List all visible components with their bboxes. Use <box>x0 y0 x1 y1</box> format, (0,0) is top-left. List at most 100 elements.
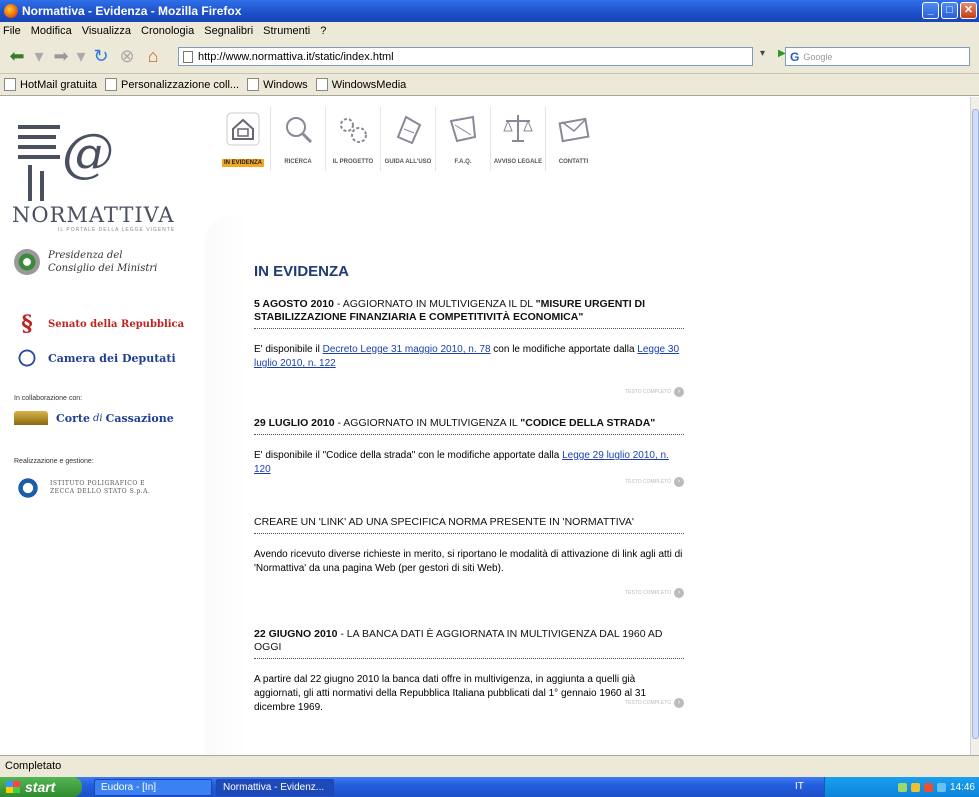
menu-visualizza[interactable]: Visualizza <box>82 25 131 37</box>
testo-completo-button[interactable]: TESTO COMPLETO › <box>614 587 684 599</box>
brand-subtitle: IL PORTALE DELLA LEGGE VIGENTE <box>58 227 176 233</box>
back-dropdown-icon[interactable]: ▾ <box>30 45 48 69</box>
nav-il-progetto[interactable]: IL PROGETTO <box>326 107 381 171</box>
news-link[interactable]: Decreto Legge 31 maggio 2010, n. 78 <box>323 344 491 355</box>
menu-segnalibri[interactable]: Segnalibri <box>204 25 253 37</box>
stop-button[interactable]: ⊗ <box>114 45 140 69</box>
firefox-icon <box>4 4 18 18</box>
faq-icon <box>449 115 477 143</box>
menu-file[interactable]: File <box>3 25 21 37</box>
logo-at-icon: @ <box>18 124 114 201</box>
home-icon <box>226 112 260 146</box>
menu-bar: File Modifica Visualizza Cronologia Segn… <box>0 22 979 40</box>
bookmark-icon <box>105 78 118 91</box>
menu-help[interactable]: ? <box>320 25 326 37</box>
news-heading[interactable]: CREARE UN 'LINK' AD UNA SPECIFICA NORMA … <box>254 516 684 534</box>
cassazione-link[interactable]: Corte di Cassazione <box>14 411 174 425</box>
page-content: @ NORMATTIVA IL PORTALE DELLA LEGGE VIGE… <box>0 97 970 755</box>
search-input[interactable]: G Google <box>785 47 970 66</box>
bookmark-hotmail[interactable]: HotMail gratuita <box>4 78 97 91</box>
tray-icon[interactable] <box>910 782 920 792</box>
svg-text:@: @ <box>62 124 114 184</box>
tray-icon[interactable] <box>923 782 933 792</box>
bookmark-icon <box>315 78 328 91</box>
home-button[interactable]: ⌂ <box>140 45 166 69</box>
bookmark-personalizzazione[interactable]: Personalizzazione coll... <box>105 78 239 91</box>
menu-modifica[interactable]: Modifica <box>31 25 72 37</box>
news-heading[interactable]: 29 LUGLIO 2010 - AGGIORNATO IN MULTIVIGE… <box>254 417 684 435</box>
nav-avviso-legale[interactable]: AVVISO LEGALE <box>491 107 546 171</box>
emblem-icon <box>14 249 40 275</box>
testo-completo-button[interactable]: TESTO COMPLETO › <box>614 386 684 398</box>
gestione-label: Realizzazione e gestione: <box>14 458 94 465</box>
senato-icon: § <box>21 311 33 337</box>
news-body: E' disponibile il Decreto Legge 31 maggi… <box>254 344 680 369</box>
taskbar: start Eudora - [In] Normattiva - Evidenz… <box>0 777 979 797</box>
url-text: http://www.normattiva.it/static/index.ht… <box>198 50 394 63</box>
tray-icon[interactable] <box>936 782 946 792</box>
poligrafico-icon <box>14 474 42 502</box>
arrow-circle-icon: › <box>674 477 684 487</box>
url-bar[interactable]: http://www.normattiva.it/static/index.ht… <box>178 47 753 66</box>
scroll-thumb[interactable] <box>972 109 979 739</box>
arrow-circle-icon: › <box>674 698 684 708</box>
status-bar: Completato <box>0 755 979 777</box>
news-item: CREARE UN 'LINK' AD UNA SPECIFICA NORMA … <box>254 516 684 598</box>
navigation-toolbar: ⬅ ▾ ➡ ▾ ↻ ⊗ ⌂ http://www.normattiva.it/s… <box>0 40 979 74</box>
bookmarks-bar: HotMail gratuita Personalizzazione coll.… <box>0 74 979 96</box>
nav-in-evidenza[interactable]: IN EVIDENZA <box>216 107 271 171</box>
news-body: Avendo ricevuto diverse richieste in mer… <box>254 549 683 574</box>
site-nav: IN EVIDENZA RICERCA IL PROGETTO GUIDA AL… <box>216 107 601 171</box>
poligrafico-link[interactable]: ISTITUTO POLIGRAFICO E ZECCA DELLO STATO… <box>14 474 160 502</box>
nav-faq[interactable]: F.A.Q. <box>436 107 491 171</box>
news-item: 29 LUGLIO 2010 - AGGIORNATO IN MULTIVIGE… <box>254 417 684 487</box>
nav-ricerca[interactable]: RICERCA <box>271 107 326 171</box>
maximize-button[interactable]: □ <box>941 2 958 19</box>
bookmark-icon <box>4 78 16 91</box>
windows-logo-icon <box>6 781 20 793</box>
camera-link[interactable]: Camera dei Deputati <box>14 345 176 371</box>
bookmark-windows[interactable]: Windows <box>247 78 308 91</box>
presidenza-link[interactable]: Presidenza del Consiglio dei Ministri <box>14 249 158 275</box>
senato-link[interactable]: § Senato della Repubblica <box>14 311 184 337</box>
task-normattiva[interactable]: Normattiva - Evidenz... <box>216 778 334 796</box>
menu-strumenti[interactable]: Strumenti <box>263 25 310 37</box>
url-dropdown-icon[interactable]: ▾ <box>760 48 774 64</box>
window-title: Normattiva - Evidenza - Mozilla Firefox <box>22 4 242 18</box>
window-titlebar[interactable]: Normattiva - Evidenza - Mozilla Firefox … <box>0 0 979 22</box>
news-heading[interactable]: 22 GIUGNO 2010 - LA BANCA DATI È AGGIORN… <box>254 628 684 659</box>
cassazione-icon <box>14 411 48 425</box>
testo-completo-button[interactable]: TESTO COMPLETO › <box>614 476 684 488</box>
tray-icon[interactable] <box>897 782 907 792</box>
arrow-circle-icon: › <box>674 588 684 598</box>
google-search-icon[interactable]: G <box>790 50 799 64</box>
news-item: 22 GIUGNO 2010 - LA BANCA DATI È AGGIORN… <box>254 628 684 715</box>
testo-completo-button[interactable]: TESTO COMPLETO › <box>614 697 684 709</box>
minimize-button[interactable]: _ <box>922 2 939 19</box>
nav-guida[interactable]: GUIDA ALL'USO <box>381 107 436 171</box>
forward-dropdown-icon[interactable]: ▾ <box>74 45 88 69</box>
bookmark-windowsmedia[interactable]: WindowsMedia <box>315 78 406 91</box>
nav-contatti[interactable]: CONTATTI <box>546 107 601 171</box>
envelope-icon <box>557 117 590 143</box>
magnifier-icon <box>286 117 313 144</box>
task-eudora[interactable]: Eudora - [In] <box>94 778 212 796</box>
bookmark-icon <box>247 78 260 91</box>
scales-icon <box>503 115 533 142</box>
collab-label: In collaborazione con: <box>14 395 83 402</box>
forward-button[interactable]: ➡ <box>48 45 74 69</box>
news-item: 5 AGOSTO 2010 - AGGIORNATO IN MULTIVIGEN… <box>254 298 684 397</box>
reload-button[interactable]: ↻ <box>88 45 114 69</box>
normattiva-logo[interactable]: @ NORMATTIVA IL PORTALE DELLA LEGGE VIGE… <box>10 109 180 233</box>
menu-cronologia[interactable]: Cronologia <box>141 25 194 37</box>
camera-icon <box>14 345 40 371</box>
language-indicator[interactable]: IT <box>795 781 804 792</box>
start-button[interactable]: start <box>0 777 82 797</box>
gears-icon <box>340 118 367 143</box>
guide-icon <box>396 115 422 145</box>
page-icon <box>183 50 193 63</box>
news-heading[interactable]: 5 AGOSTO 2010 - AGGIORNATO IN MULTIVIGEN… <box>254 298 684 329</box>
back-button[interactable]: ⬅ <box>4 45 30 69</box>
close-button[interactable]: ✕ <box>960 2 977 19</box>
vertical-scrollbar[interactable] <box>970 97 979 755</box>
